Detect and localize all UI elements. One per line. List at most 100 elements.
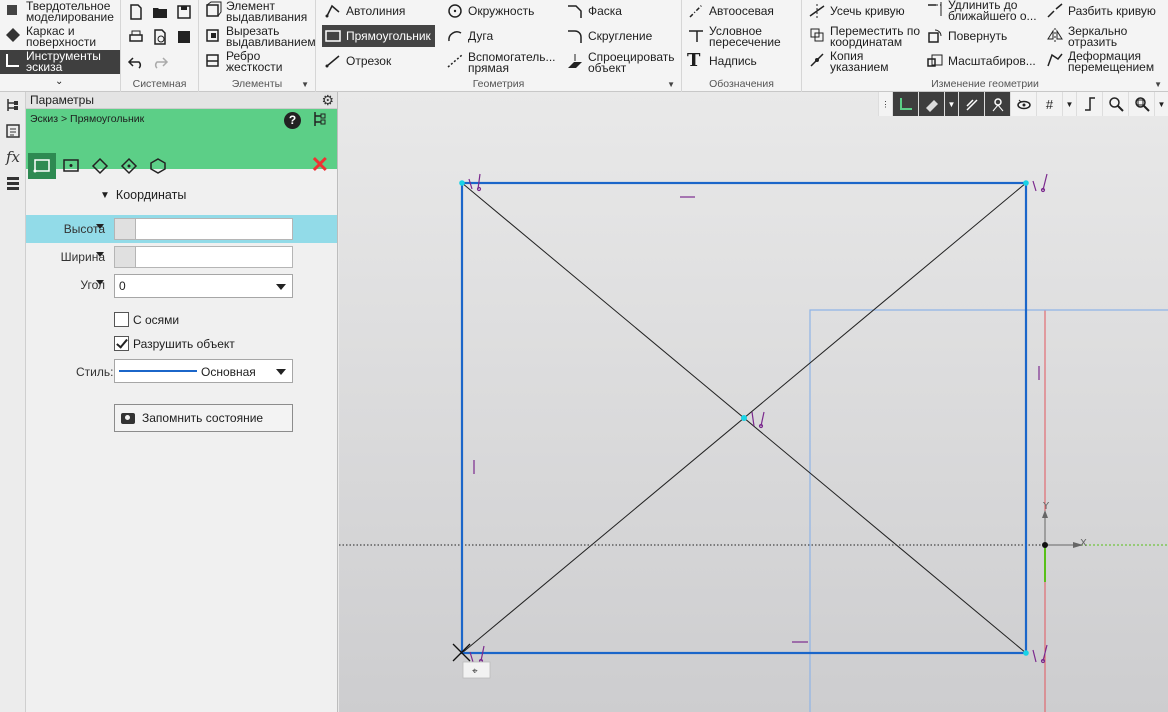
model-viewport[interactable]: ⋮ ▼ # ▼ ▼ ⌖ Y X: [339, 92, 1168, 712]
new-file-icon: [127, 3, 145, 21]
ribbon: Твердотельное моделирование Каркас и повер…: [0, 0, 1168, 92]
width-row: Ширина: [26, 243, 337, 271]
expand-modes-icon[interactable]: ⌄: [55, 76, 63, 87]
sketch-tools-icon: [4, 51, 22, 69]
copy-by-pointing-button[interactable]: Копия указанием: [808, 50, 888, 73]
line-style-combobox[interactable]: Основная: [114, 359, 293, 383]
geometry-edit-expand-icon[interactable]: ▼: [1154, 80, 1162, 89]
width-dropdown-arrow-icon[interactable]: [96, 252, 104, 257]
properties-icon[interactable]: [0, 118, 26, 144]
angle-dropdown-arrow-icon[interactable]: [96, 280, 104, 285]
geometry-edit-section-title: Изменение геометрии: [931, 78, 1039, 90]
tab-rect-by-vertices[interactable]: [28, 153, 56, 179]
coincidence-marker-tr: [1032, 173, 1048, 192]
trim-curve-button[interactable]: Усечь кривую: [808, 2, 905, 20]
redo-button[interactable]: [151, 53, 173, 71]
height-fix-toggle[interactable]: [114, 218, 136, 240]
angle-combobox[interactable]: 0: [114, 274, 293, 298]
chamfer-button[interactable]: Фаска: [566, 2, 622, 20]
segment-icon: [324, 52, 342, 70]
extrude-icon: [204, 1, 222, 19]
text-t-icon: T: [687, 50, 701, 71]
fillet-icon: [566, 27, 584, 45]
print-button[interactable]: [127, 28, 149, 46]
text-button[interactable]: T Надпись: [687, 52, 757, 70]
height-dropdown-arrow-icon[interactable]: [96, 224, 104, 229]
wireframe-icon: [4, 26, 22, 44]
mode-sketch-line2: эскиза: [26, 59, 63, 74]
rotate-button[interactable]: Повернуть: [926, 27, 1007, 45]
angle-row: Угол 0: [26, 271, 337, 299]
with-axes-label: С осями: [133, 312, 180, 327]
move-by-coords-button[interactable]: Переместить по координатам: [808, 25, 920, 48]
rib-button[interactable]: Ребро жесткости: [204, 50, 283, 74]
fillet-button[interactable]: Скругление: [566, 27, 652, 45]
circle-button[interactable]: Окружность: [446, 2, 534, 20]
preview-button[interactable]: [151, 28, 173, 46]
rectangle-button[interactable]: Прямоугольник: [322, 25, 435, 47]
tab-rect-by-three-points[interactable]: [86, 153, 114, 179]
mode-sketch-tools[interactable]: Инструменты эскиза: [0, 50, 120, 74]
deform-button[interactable]: Деформация перемещением: [1046, 50, 1154, 73]
modes-section: Твердотельное моделирование Каркас и повер…: [0, 0, 121, 92]
segment-button[interactable]: Отрезок: [324, 52, 391, 70]
mode-wireframe-line2: поверхности: [26, 34, 97, 49]
gear-icon[interactable]: ⚙: [321, 92, 334, 109]
extend-icon: [926, 0, 944, 18]
autoline-button[interactable]: Автолиния: [324, 2, 405, 20]
arc-button[interactable]: Дуга: [446, 27, 493, 45]
tab-rect-center-and-two-points[interactable]: [115, 153, 143, 179]
aux-line-button[interactable]: Вспомогатель... прямая: [446, 51, 556, 74]
mode-wireframe-surfaces[interactable]: Каркас и поверхности: [0, 25, 120, 49]
angle-value: 0: [119, 279, 126, 293]
save-as-button[interactable]: [175, 28, 197, 46]
width-input[interactable]: [135, 246, 293, 268]
height-input[interactable]: [135, 218, 293, 240]
elements-section-expand-icon[interactable]: ▼: [301, 80, 309, 89]
tree-toggle-icon[interactable]: [313, 111, 327, 130]
auto-axis-button[interactable]: Автоосевая: [687, 2, 774, 20]
arc-icon: [446, 27, 464, 45]
project-line2: объект: [588, 61, 627, 75]
tab-polygon[interactable]: [144, 153, 172, 179]
help-icon[interactable]: ?: [284, 112, 301, 129]
close-icon[interactable]: ✕: [311, 154, 329, 176]
breadcrumb: Эскиз > Прямоугольник: [30, 113, 145, 125]
save-state-button[interactable]: Запомнить состояние: [114, 404, 293, 432]
new-button[interactable]: [127, 3, 149, 21]
layers-icon[interactable]: [0, 170, 26, 196]
scale-label: Масштабиров...: [948, 54, 1036, 68]
width-fix-toggle[interactable]: [114, 246, 136, 268]
tree-icon[interactable]: [0, 92, 26, 118]
rib-line2: жесткости: [226, 60, 283, 74]
extend-button[interactable]: Удлинить до ближайшего о...: [926, 0, 1037, 22]
scale-button[interactable]: Масштабиров...: [926, 52, 1036, 70]
origin-point: [1042, 542, 1048, 548]
open-button[interactable]: [151, 3, 173, 21]
with-axes-checkbox[interactable]: С осями: [114, 312, 179, 327]
extrude-button[interactable]: Элемент выдавливания: [204, 0, 307, 23]
scale-icon: [926, 52, 944, 70]
with-axes-box[interactable]: [114, 312, 129, 327]
geometry-section-title: Геометрия: [472, 78, 525, 90]
destroy-object-box[interactable]: [114, 336, 129, 351]
mirror-button[interactable]: Зеркально отразить: [1046, 25, 1127, 49]
mirror-line2: отразить: [1068, 35, 1118, 49]
destroy-object-label: Разрушить объект: [133, 336, 235, 351]
undo-button[interactable]: [127, 53, 149, 71]
split-curve-button[interactable]: Разбить кривую: [1046, 2, 1156, 20]
sketch-canvas[interactable]: ⌖ Y X: [339, 92, 1168, 712]
center-point: [741, 415, 747, 421]
geometry-section-expand-icon[interactable]: ▼: [667, 80, 675, 89]
save-button[interactable]: [175, 3, 197, 21]
mode-solid-modeling[interactable]: Твердотельное моделирование: [0, 0, 120, 24]
variables-fx-icon[interactable]: fx: [0, 144, 26, 170]
aux-line-icon: [446, 52, 464, 70]
conditional-intersection-button[interactable]: Условное пересечение: [687, 25, 781, 49]
tab-rect-by-center[interactable]: [57, 153, 85, 179]
project-object-button[interactable]: Спроецировать объект: [566, 51, 675, 75]
cond-inter-line2: пересечение: [709, 35, 781, 49]
destroy-object-checkbox[interactable]: Разрушить объект: [114, 336, 235, 351]
coordinates-section-header[interactable]: ▼ Координаты: [100, 188, 186, 202]
cut-extrude-button[interactable]: Вырезать выдавливанием: [204, 25, 316, 48]
